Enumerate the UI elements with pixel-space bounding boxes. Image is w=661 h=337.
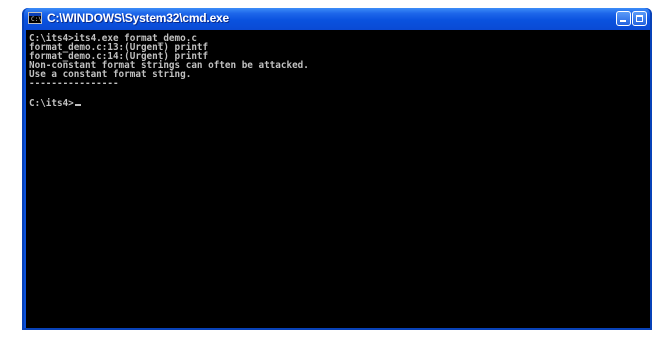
minimize-icon[interactable] — [616, 11, 631, 26]
window-title: C:\WINDOWS\System32\cmd.exe — [47, 11, 229, 25]
text-cursor — [74, 104, 81, 106]
maximize-icon[interactable] — [632, 11, 647, 26]
cmd-icon-text: C:\ — [31, 16, 42, 23]
separator-line: ---------------- — [29, 78, 119, 89]
prompt-text: C:\its4> — [29, 98, 74, 109]
title-bar[interactable]: C:\ C:\WINDOWS\System32\cmd.exe — [24, 8, 650, 30]
cmd-icon[interactable]: C:\ — [28, 12, 42, 24]
command-prompt[interactable]: C:\its4> — [29, 99, 81, 108]
console-output[interactable]: C:\its4>its4.exe format_demo.c format_de… — [26, 30, 650, 328]
cmd-window: C:\ C:\WINDOWS\System32\cmd.exe C:\its4>… — [22, 8, 652, 330]
